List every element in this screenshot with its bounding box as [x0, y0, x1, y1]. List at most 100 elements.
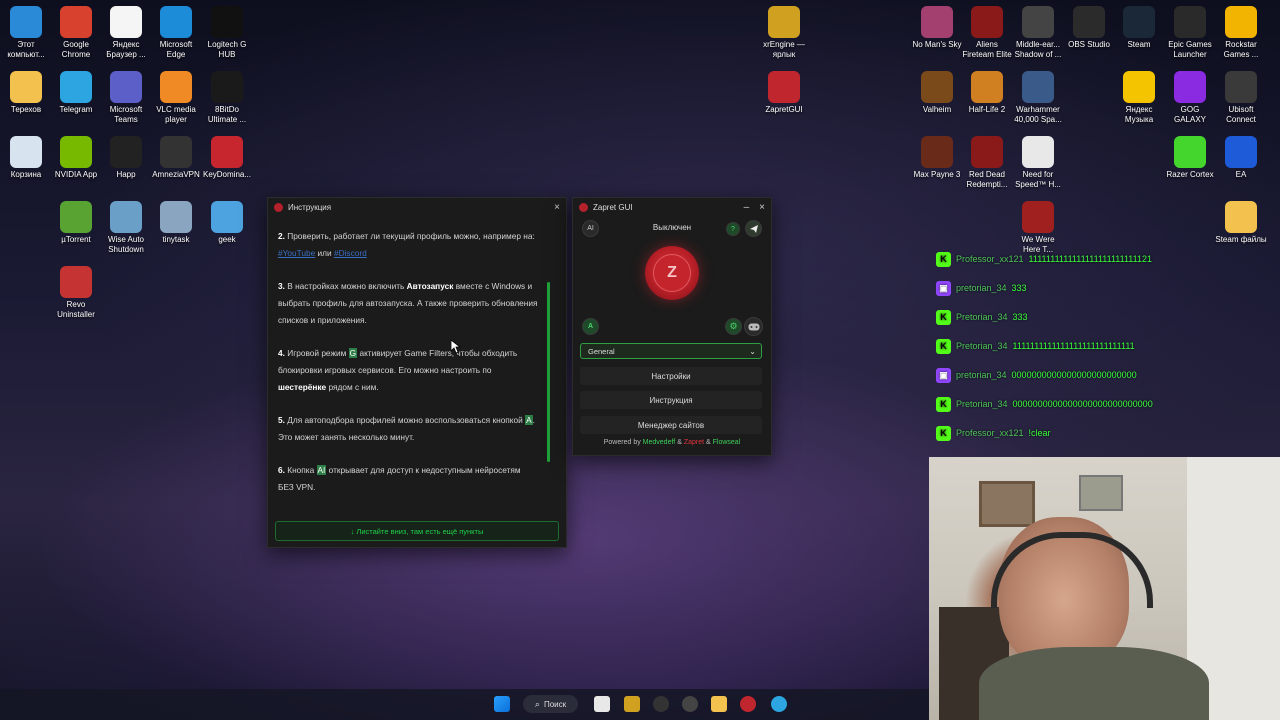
yandex-browser-icon[interactable] — [594, 696, 610, 712]
kick-icon: K — [936, 251, 951, 267]
desktop-icon-label: Razer Cortex — [1166, 170, 1214, 179]
zapret-titlebar[interactable]: Zapret GUI – × — [573, 198, 771, 216]
desktop-icon-ubisoft[interactable]: Ubisoft Connect — [1215, 71, 1267, 125]
obs-icon — [1073, 6, 1105, 38]
twitch-icon: ▣ — [936, 280, 951, 296]
desktop-icon-geek[interactable]: geek — [201, 201, 253, 245]
desktop-icon-label: xrEngine — ярлык — [763, 40, 805, 59]
desktop-icon-aliens[interactable]: Aliens Fireteam Elite — [961, 6, 1013, 60]
zapret-logo-icon — [274, 202, 283, 212]
desktop-icon-telegram[interactable]: Telegram — [50, 71, 102, 115]
close-icon[interactable]: × — [554, 202, 560, 213]
settings-button[interactable]: Настройки — [580, 367, 762, 385]
desktop-icon-folder[interactable]: Терехов — [0, 71, 52, 115]
telegram-icon[interactable] — [771, 696, 787, 712]
credit-medvedeff-link[interactable]: Medvedeff — [643, 439, 676, 446]
chat-text: 0000000000000000000000000000 — [1012, 399, 1153, 409]
vlc-icon — [160, 71, 192, 103]
ea-icon — [1225, 136, 1257, 168]
desktop-icon-razer[interactable]: Razer Cortex — [1164, 136, 1216, 180]
desktop-icon-middle-earth[interactable]: Middle-ear... Shadow of ... — [1012, 6, 1064, 60]
taskbar-search[interactable]: ⌕ Поиск — [523, 695, 578, 713]
desktop-icon-logitech[interactable]: Logitech G HUB — [201, 6, 253, 60]
happ-icon — [110, 136, 142, 168]
desktop-icon-chrome[interactable]: Google Chrome — [50, 6, 102, 60]
desktop-icon-ea[interactable]: EA — [1215, 136, 1267, 180]
instruction-content[interactable]: 2. Проверить, работает ли текущий профил… — [278, 228, 538, 508]
desktop-icon-tinytask[interactable]: tinytask — [150, 201, 202, 245]
desktop-icon-steam[interactable]: Steam — [1113, 6, 1165, 50]
desktop-icon-keydominator[interactable]: KeyDomina... — [201, 136, 253, 180]
scrollbar[interactable] — [547, 282, 550, 462]
desktop-icon-valheim[interactable]: Valheim — [911, 71, 963, 115]
folder-icon[interactable] — [711, 696, 727, 712]
desktop-icon-stalker[interactable]: xrEngine — ярлык — [758, 6, 810, 60]
desktop-icon-epic[interactable]: Epic Games Launcher — [1164, 6, 1216, 60]
desktop-icon-nfs[interactable]: Need for Speed™ H... — [1012, 136, 1064, 190]
scroll-hint: ↓ Листайте вниз, там есть ещё пункты — [275, 521, 559, 541]
desktop-icon-amnezia[interactable]: AmneziaVPN — [150, 136, 202, 180]
desktop-icon-we-were-here[interactable]: We Were Here T... — [1012, 201, 1064, 255]
desktop-icon-happ[interactable]: Happ — [100, 136, 152, 180]
amnezia-icon[interactable] — [682, 696, 698, 712]
chat-text: 333 — [1012, 312, 1028, 322]
zapret-window: Zapret GUI – × AI Выключен ? Z A ⚙ Gener… — [572, 197, 772, 456]
obs-icon[interactable] — [653, 696, 669, 712]
desktop-icon-label: Google Chrome — [61, 40, 91, 59]
desktop-icon-wise[interactable]: Wise Auto Shutdown — [100, 201, 152, 255]
desktop-icon-yandex-browser[interactable]: Яндекс Браузер ... — [100, 6, 152, 60]
desktop-icon-revo[interactable]: Revo Uninstaller — [50, 266, 102, 320]
desktop-icon-utorrent[interactable]: µTorrent — [50, 201, 102, 245]
discord-link[interactable]: #Discord — [334, 248, 367, 258]
desktop-icon-nms[interactable]: No Man's Sky — [911, 6, 963, 50]
game-settings-button[interactable]: ⚙ — [725, 318, 742, 335]
credit-zapret-link[interactable]: Zapret — [684, 439, 704, 446]
game-mode-button[interactable] — [744, 317, 763, 336]
windows-start-icon[interactable] — [494, 696, 510, 712]
youtube-link[interactable]: #YouTube — [278, 248, 315, 258]
gear-icon: ⚙ — [729, 321, 738, 331]
desktop-icon-vlc[interactable]: VLC media player — [150, 71, 202, 125]
computer-icon — [10, 6, 42, 38]
edge-icon — [160, 6, 192, 38]
instruction-titlebar[interactable]: Инструкция × — [268, 198, 566, 216]
stalker-icon[interactable] — [624, 696, 640, 712]
desktop-icon-obs[interactable]: OBS Studio — [1063, 6, 1115, 50]
ai-key: AI — [316, 465, 327, 475]
credit-flowseal-link[interactable]: Flowseal — [713, 439, 741, 446]
desktop-icon-zapret[interactable]: ZapretGUI — [758, 71, 810, 115]
chat-message: K Pretorian_34 333 — [936, 308, 1028, 326]
zapret-logo-icon — [579, 202, 588, 212]
desktop-icon-rockstar[interactable]: Rockstar Games ... — [1215, 6, 1267, 60]
telegram-button[interactable] — [745, 220, 762, 237]
zapret-icon[interactable] — [740, 696, 756, 712]
desktop-icon-rdr[interactable]: Red Dead Redempti... — [961, 136, 1013, 190]
desktop-icon-hl2[interactable]: Half-Life 2 — [961, 71, 1013, 115]
desktop-icon-label: VLC media player — [156, 105, 196, 124]
desktop-icon-edge[interactable]: Microsoft Edge — [150, 6, 202, 60]
hl2-icon — [971, 71, 1003, 103]
close-icon[interactable]: × — [759, 202, 765, 213]
desktop-icon-label: Wise Auto Shutdown — [107, 235, 144, 254]
site-manager-button[interactable]: Менеджер сайтов — [580, 416, 762, 434]
desktop-icon-recycle-bin[interactable]: Корзина — [0, 136, 52, 180]
desktop-icon-yandex-music[interactable]: Яндекс Музыка — [1113, 71, 1165, 125]
desktop-icon-computer[interactable]: Этот компьют... — [0, 6, 52, 60]
desktop-icon-label: OBS Studio — [1068, 40, 1110, 49]
chat-message: K Professor_xx121 111111111111111111111111… — [936, 250, 1152, 268]
help-button[interactable]: ? — [726, 222, 740, 236]
profile-select[interactable]: General ⌄ — [580, 343, 762, 359]
stalker-icon — [768, 6, 800, 38]
desktop-icon-nvidia[interactable]: NVIDIA App — [50, 136, 102, 180]
desktop-icon-teams[interactable]: Microsoft Teams — [100, 71, 152, 125]
desktop-icon-gog[interactable]: GOG GALAXY — [1164, 71, 1216, 125]
auto-select-button[interactable]: A — [582, 318, 599, 335]
minimize-icon[interactable]: – — [744, 202, 750, 213]
desktop-icon-folder[interactable]: Steam файлы — [1215, 201, 1267, 245]
desktop-icon-label: Max Payne 3 — [913, 170, 961, 179]
desktop-icon-8bitdo[interactable]: 8BitDo Ultimate ... — [201, 71, 253, 125]
desktop-icon-warhammer[interactable]: Warhammer 40,000 Spa... — [1012, 71, 1064, 125]
instruction-button[interactable]: Инструкция — [580, 391, 762, 409]
power-button[interactable]: Z — [645, 246, 699, 300]
desktop-icon-max-payne[interactable]: Max Payne 3 — [911, 136, 963, 180]
